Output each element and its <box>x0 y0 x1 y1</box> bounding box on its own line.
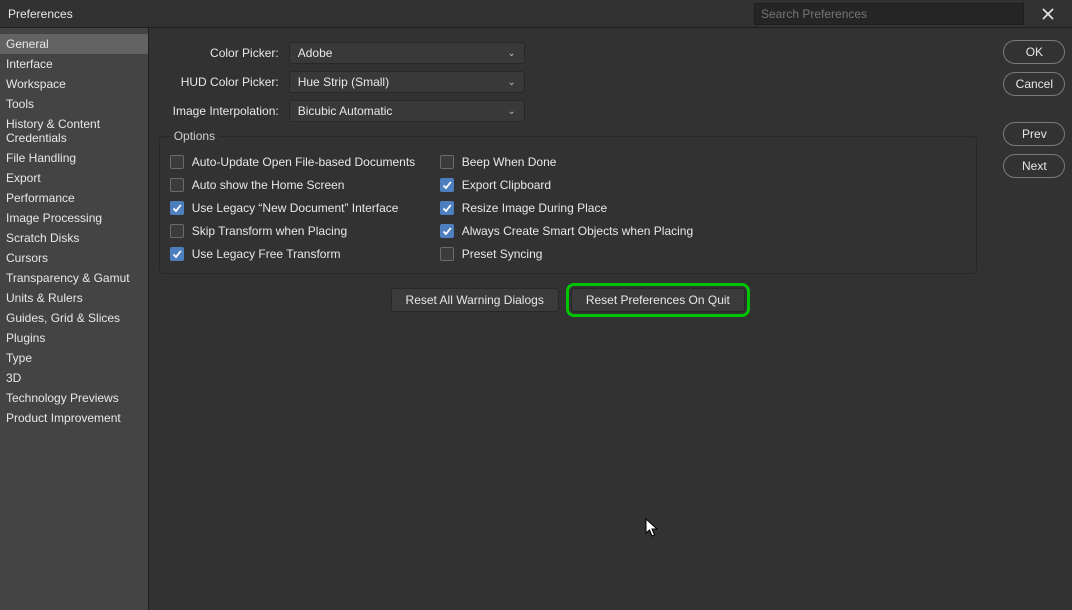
image-interpolation-value: Bicubic Automatic <box>298 104 393 118</box>
option-auto-update-open-file-based-documents[interactable]: Auto-Update Open File-based Documents <box>170 155 430 169</box>
chevron-down-icon: ⌄ <box>507 77 515 88</box>
sidebar-item-tools[interactable]: Tools <box>0 94 148 114</box>
sidebar-item-image-processing[interactable]: Image Processing <box>0 208 148 228</box>
color-picker-select[interactable]: Adobe ⌄ <box>289 42 525 64</box>
next-button[interactable]: Next <box>1003 154 1065 178</box>
color-picker-value: Adobe <box>298 46 333 60</box>
hud-color-picker-select[interactable]: Hue Strip (Small) ⌄ <box>289 71 525 93</box>
sidebar-item-history-content-credentials[interactable]: History & Content Credentials <box>0 114 148 148</box>
reset-preferences-on-quit-button[interactable]: Reset Preferences On Quit <box>571 288 745 312</box>
option-beep-when-done[interactable]: Beep When Done <box>440 155 780 169</box>
sidebar-item-product-improvement[interactable]: Product Improvement <box>0 408 148 428</box>
image-interpolation-select[interactable]: Bicubic Automatic ⌄ <box>289 100 525 122</box>
option-use-legacy-free-transform[interactable]: Use Legacy Free Transform <box>170 247 430 261</box>
cancel-button[interactable]: Cancel <box>1003 72 1065 96</box>
main-panel: Color Picker: Adobe ⌄ HUD Color Picker: … <box>149 28 997 610</box>
option-resize-image-during-place[interactable]: Resize Image During Place <box>440 201 780 215</box>
search-input[interactable] <box>754 3 1024 25</box>
sidebar-item-plugins[interactable]: Plugins <box>0 328 148 348</box>
option-label: Resize Image During Place <box>462 201 607 215</box>
titlebar: Preferences <box>0 0 1072 28</box>
option-skip-transform-when-placing[interactable]: Skip Transform when Placing <box>170 224 430 238</box>
sidebar-item-interface[interactable]: Interface <box>0 54 148 74</box>
option-label: Export Clipboard <box>462 178 551 192</box>
option-label: Use Legacy Free Transform <box>192 247 341 261</box>
option-label: Auto show the Home Screen <box>192 178 345 192</box>
sidebar-item-type[interactable]: Type <box>0 348 148 368</box>
checkbox[interactable] <box>170 247 184 261</box>
color-picker-label: Color Picker: <box>159 46 279 60</box>
sidebar-item-transparency-gamut[interactable]: Transparency & Gamut <box>0 268 148 288</box>
sidebar-item-units-rulers[interactable]: Units & Rulers <box>0 288 148 308</box>
sidebar-item-export[interactable]: Export <box>0 168 148 188</box>
option-label: Use Legacy “New Document” Interface <box>192 201 399 215</box>
checkbox[interactable] <box>170 224 184 238</box>
checkbox[interactable] <box>440 224 454 238</box>
option-use-legacy-new-document-interface[interactable]: Use Legacy “New Document” Interface <box>170 201 430 215</box>
sidebar-item-scratch-disks[interactable]: Scratch Disks <box>0 228 148 248</box>
option-export-clipboard[interactable]: Export Clipboard <box>440 178 780 192</box>
sidebar-item-guides-grid-slices[interactable]: Guides, Grid & Slices <box>0 308 148 328</box>
sidebar-item-cursors[interactable]: Cursors <box>0 248 148 268</box>
sidebar-item-performance[interactable]: Performance <box>0 188 148 208</box>
sidebar: GeneralInterfaceWorkspaceToolsHistory & … <box>0 28 149 610</box>
chevron-down-icon: ⌄ <box>507 48 515 59</box>
options-fieldset: Options Auto-Update Open File-based Docu… <box>159 129 977 274</box>
option-label: Preset Syncing <box>462 247 543 261</box>
checkbox[interactable] <box>440 178 454 192</box>
checkbox[interactable] <box>170 155 184 169</box>
option-label: Beep When Done <box>462 155 557 169</box>
reset-warning-dialogs-button[interactable]: Reset All Warning Dialogs <box>391 288 559 312</box>
checkbox[interactable] <box>440 247 454 261</box>
prev-button[interactable]: Prev <box>1003 122 1065 146</box>
ok-button[interactable]: OK <box>1003 40 1065 64</box>
close-button[interactable] <box>1032 0 1064 28</box>
hud-color-picker-value: Hue Strip (Small) <box>298 75 389 89</box>
option-label: Auto-Update Open File-based Documents <box>192 155 415 169</box>
options-legend: Options <box>170 129 219 143</box>
sidebar-item-technology-previews[interactable]: Technology Previews <box>0 388 148 408</box>
right-button-column: OK Cancel Prev Next <box>997 28 1072 610</box>
checkbox[interactable] <box>440 155 454 169</box>
sidebar-item-workspace[interactable]: Workspace <box>0 74 148 94</box>
sidebar-item-file-handling[interactable]: File Handling <box>0 148 148 168</box>
hud-color-picker-label: HUD Color Picker: <box>159 75 279 89</box>
window-title: Preferences <box>8 7 73 21</box>
option-always-create-smart-objects-when-placing[interactable]: Always Create Smart Objects when Placing <box>440 224 780 238</box>
option-label: Skip Transform when Placing <box>192 224 347 238</box>
chevron-down-icon: ⌄ <box>507 106 515 117</box>
image-interpolation-label: Image Interpolation: <box>159 104 279 118</box>
sidebar-item-general[interactable]: General <box>0 34 148 54</box>
option-preset-syncing[interactable]: Preset Syncing <box>440 247 780 261</box>
option-label: Always Create Smart Objects when Placing <box>462 224 693 238</box>
sidebar-item-3d[interactable]: 3D <box>0 368 148 388</box>
checkbox[interactable] <box>440 201 454 215</box>
checkbox[interactable] <box>170 201 184 215</box>
checkbox[interactable] <box>170 178 184 192</box>
close-icon <box>1041 7 1055 21</box>
option-auto-show-the-home-screen[interactable]: Auto show the Home Screen <box>170 178 430 192</box>
